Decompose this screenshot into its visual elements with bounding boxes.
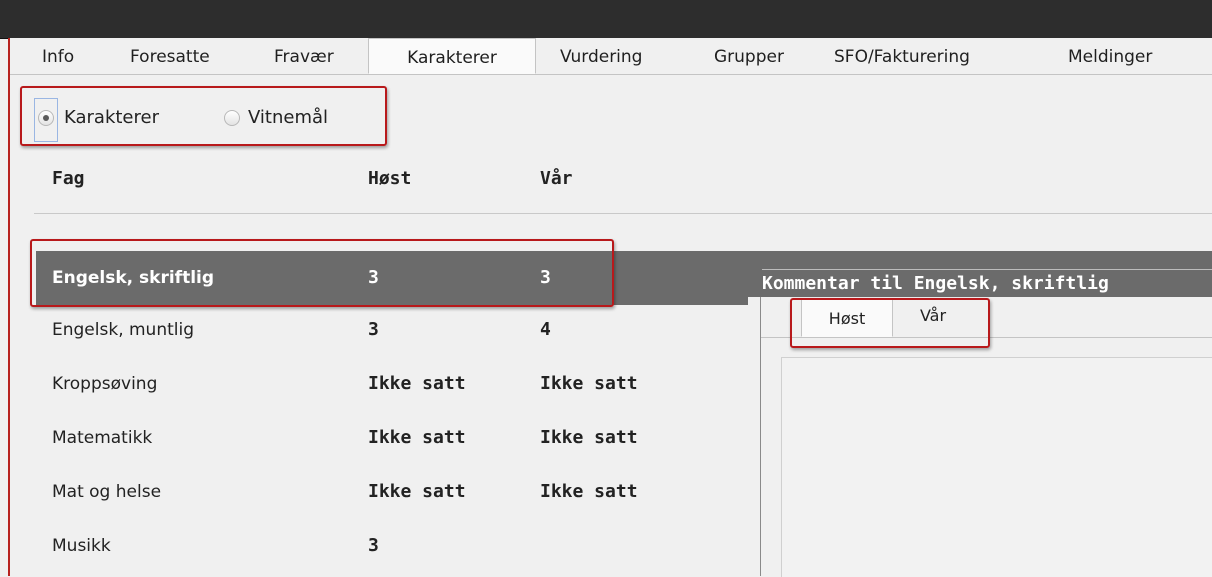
grade-host: Ikke satt [368,481,466,502]
highlight-box-selected-row [30,239,614,307]
table-row[interactable]: Musikk 3 [36,519,748,573]
column-header-fag: Fag [52,168,85,189]
tab-sfo-fakturering[interactable]: SFO/Fakturering [834,38,970,74]
header-divider [34,213,1212,214]
tab-fravaer[interactable]: Fravær [274,38,334,74]
subject-name: Musikk [52,536,111,556]
table-row[interactable]: Matematikk Ikke satt Ikke satt [36,411,748,465]
grade-host: Ikke satt [368,427,466,448]
grade-var: 4 [540,319,551,340]
subject-name: Matematikk [52,428,153,448]
grade-host: Ikke satt [368,373,466,394]
comment-panel-header: Kommentar til Engelsk, skriftlig [748,251,1212,297]
tab-foresatte[interactable]: Foresatte [130,38,210,74]
grade-var: Ikke satt [540,481,638,502]
subject-name: Mat og helse [52,482,162,502]
grade-host: 3 [368,535,379,556]
subject-name: Engelsk, muntlig [52,320,195,340]
table-row[interactable]: Kroppsøving Ikke satt Ikke satt [36,357,748,411]
highlight-box-comment-tabs [790,298,990,348]
table-row[interactable]: Mat og helse Ikke satt Ikke satt [36,465,748,519]
tab-meldinger[interactable]: Meldinger [1068,38,1152,74]
grade-var: Ikke satt [540,373,638,394]
highlight-box-view-toggle [20,86,387,146]
tab-vurdering[interactable]: Vurdering [560,38,642,74]
grade-var: Ikke satt [540,427,638,448]
main-tab-bar: Info Foresatte Fravær Karakterer Vurderi… [10,38,1212,75]
tab-grupper[interactable]: Grupper [714,38,784,74]
subject-name: Kroppsøving [52,374,158,394]
table-row[interactable]: Engelsk, muntlig 3 4 [36,303,748,357]
window-title-bar [0,0,1212,39]
tab-karakterer[interactable]: Karakterer [368,38,536,74]
window-frame [8,38,10,576]
header-separator [762,269,1212,270]
grade-host: 3 [368,319,379,340]
tab-info[interactable]: Info [42,38,74,74]
column-header-host: Høst [368,168,412,189]
comment-text-area[interactable] [781,357,1212,577]
comment-panel-title: Kommentar til Engelsk, skriftlig [762,273,1109,294]
column-header-var: Vår [540,168,573,189]
